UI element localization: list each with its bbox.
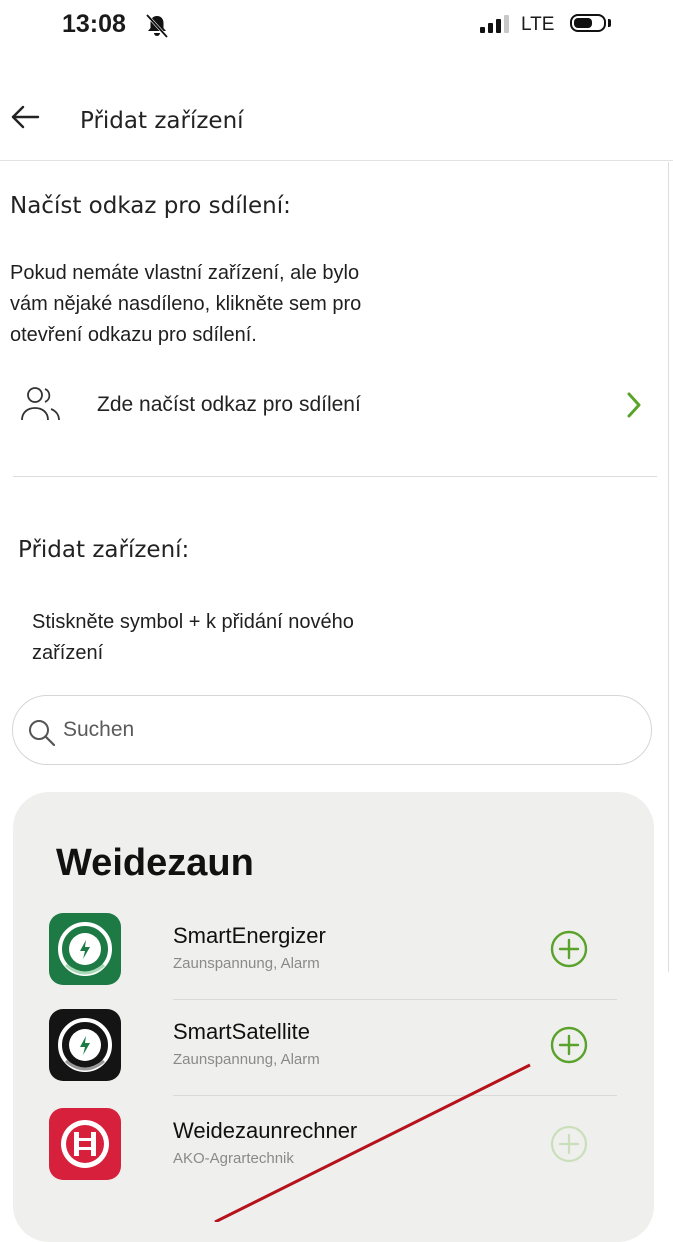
device-row-weidezaunrechner[interactable]: Weidezaunrechner AKO-Agrartechnik <box>13 1108 654 1184</box>
status-bar: 13:08 LTE <box>0 0 673 60</box>
weidezaunrechner-app-icon <box>49 1108 121 1180</box>
device-row-smartsatellite[interactable]: SmartSatellite Zaunspannung, Alarm <box>13 1009 654 1085</box>
device-subtitle: Zaunspannung, Alarm <box>173 1051 320 1068</box>
search-box[interactable] <box>12 695 652 765</box>
share-description-line: vám nějaké nasdíleno, klikněte sem pro <box>10 293 362 315</box>
device-subtitle: AKO-Agrartechnik <box>173 1150 294 1167</box>
add-device-button-disabled[interactable] <box>549 1124 589 1164</box>
category-card: Weidezaun SmartEnergizer Zaunspannung, A… <box>13 792 654 1242</box>
network-type: LTE <box>521 14 555 35</box>
smart-satellite-app-icon <box>49 1009 121 1081</box>
search-icon <box>29 720 56 747</box>
row-divider <box>173 999 617 1000</box>
status-time: 13:08 <box>62 10 126 38</box>
share-description-line: Pokud nemáte vlastní zařízení, ale bylo <box>10 262 360 284</box>
battery-tip <box>608 19 611 27</box>
chevron-right-icon <box>627 392 641 418</box>
signal-icon <box>480 15 510 33</box>
load-share-link-button[interactable]: Zde načíst odkaz pro sdílení <box>0 380 673 440</box>
device-name: Weidezaunrechner <box>173 1118 358 1143</box>
add-instruction: Stiskněte symbol + k přidání nového zaří… <box>32 607 354 669</box>
share-description-line: otevření odkazu pro sdílení. <box>10 324 257 346</box>
row-divider <box>173 1095 617 1096</box>
device-row-smartenergizer[interactable]: SmartEnergizer Zaunspannung, Alarm <box>13 913 654 989</box>
side-divider <box>668 162 669 972</box>
share-section-title: Načíst odkaz pro sdílení: <box>10 193 291 219</box>
add-device-button[interactable] <box>549 1025 589 1065</box>
share-link-label: Zde načíst odkaz pro sdílení <box>97 393 361 416</box>
device-name: SmartSatellite <box>173 1019 310 1044</box>
bell-slash-icon <box>145 13 169 39</box>
device-subtitle: Zaunspannung, Alarm <box>173 955 320 972</box>
battery-icon <box>570 14 606 32</box>
nav-bar: Přidat zařízení <box>0 95 673 159</box>
smart-energizer-app-icon <box>49 913 121 985</box>
search-input[interactable] <box>63 714 623 746</box>
add-section-title: Přidat zařízení: <box>18 537 190 563</box>
category-title: Weidezaun <box>56 842 254 884</box>
users-icon <box>21 387 60 421</box>
share-description: Pokud nemáte vlastní zařízení, ale bylo … <box>10 258 361 351</box>
add-device-button[interactable] <box>549 929 589 969</box>
device-name: SmartEnergizer <box>173 923 326 948</box>
add-instruction-line: Stiskněte symbol + k přidání nového <box>32 611 354 633</box>
arrow-left-icon[interactable] <box>10 103 42 131</box>
section-divider <box>13 476 657 477</box>
nav-divider <box>0 160 673 161</box>
add-instruction-line: zařízení <box>32 642 104 664</box>
page-title: Přidat zařízení <box>80 108 244 134</box>
